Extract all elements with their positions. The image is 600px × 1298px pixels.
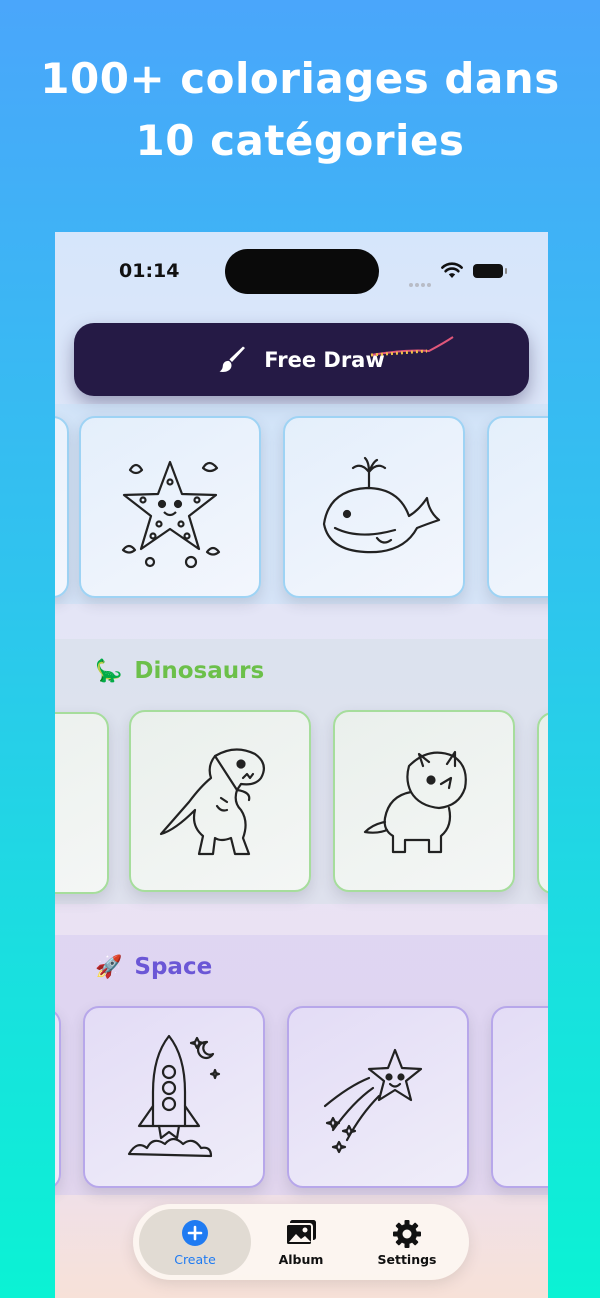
dinosaurs-section-title: 🦕 Dinosaurs — [95, 658, 264, 684]
ocean-card-partial[interactable] — [55, 416, 69, 598]
promo-headline: 100+ coloriages dans 10 catégories — [0, 48, 600, 172]
free-draw-button[interactable]: Free Draw — [74, 323, 529, 396]
rocket-emoji-icon: 🚀 — [95, 954, 123, 980]
triceratops-coloring-card[interactable] — [333, 710, 515, 892]
ufo-coloring-card-partial[interactable] — [491, 1006, 548, 1188]
gear-icon — [393, 1220, 421, 1248]
whale-drawing — [322, 456, 441, 554]
space-section-title: 🚀 Space — [95, 954, 212, 980]
tab-create[interactable]: Create — [139, 1209, 251, 1275]
status-bar: 01:14 — [55, 232, 548, 312]
shooting-star-coloring-card[interactable] — [287, 1006, 469, 1188]
tab-bar: Create Album Settings — [133, 1204, 469, 1280]
t-rex-drawing — [159, 748, 266, 856]
dinosaur-emoji-icon: 🦕 — [95, 658, 123, 684]
plus-circle-icon — [182, 1220, 208, 1246]
status-time: 01:14 — [119, 260, 180, 282]
dynamic-island — [225, 249, 379, 294]
shooting-star-drawing — [323, 1048, 423, 1154]
battery-icon — [473, 264, 507, 278]
headline-line-1: 100+ coloriages dans — [40, 54, 560, 103]
rocket-drawing — [127, 1034, 221, 1158]
paintbrush-icon — [219, 346, 246, 372]
headline-line-2: 10 catégories — [135, 116, 465, 165]
cellular-signal-icon — [409, 272, 433, 287]
tab-settings[interactable]: Settings — [351, 1209, 463, 1275]
wifi-icon — [441, 262, 463, 278]
photo-album-icon — [285, 1220, 316, 1246]
space-title-label: Space — [134, 954, 213, 980]
tab-settings-label: Settings — [377, 1252, 437, 1267]
phone-screen: 01:14 Free Draw 🦕 Dinosaurs 🚀 Space Crea… — [55, 232, 548, 1298]
tab-album[interactable]: Album — [245, 1209, 357, 1275]
t-rex-coloring-card[interactable] — [129, 710, 311, 892]
sparkle-trail-icon — [370, 336, 454, 357]
triceratops-drawing — [363, 750, 467, 854]
tab-album-label: Album — [278, 1252, 324, 1267]
dinosaur-card-partial-right[interactable] — [537, 712, 548, 894]
starfish-coloring-card[interactable] — [79, 416, 261, 598]
free-draw-label: Free Draw — [264, 347, 385, 372]
planet-card-partial[interactable] — [55, 1008, 61, 1190]
rocket-coloring-card[interactable] — [83, 1006, 265, 1188]
starfish-drawing — [121, 460, 221, 569]
tab-create-label: Create — [174, 1252, 216, 1267]
octopus-coloring-card-partial[interactable] — [487, 416, 548, 598]
dinosaurs-title-label: Dinosaurs — [134, 658, 265, 684]
dinosaur-card-partial[interactable] — [55, 712, 109, 894]
whale-coloring-card[interactable] — [283, 416, 465, 598]
